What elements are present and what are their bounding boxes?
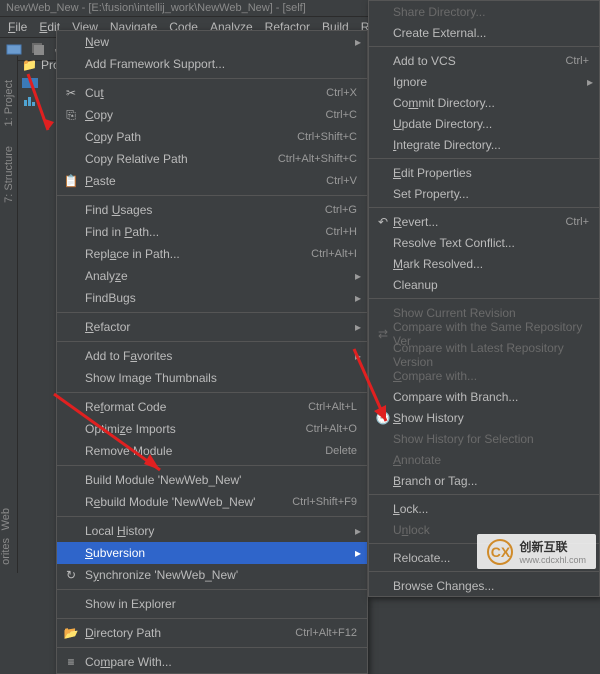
- separator: [369, 571, 599, 572]
- subversion-submenu: Share Directory... Create External... Ad…: [368, 0, 600, 597]
- menu-copy-relative-path[interactable]: Copy Relative PathCtrl+Alt+Shift+C: [57, 148, 367, 170]
- submenu-mark-resolved[interactable]: Mark Resolved...: [369, 253, 599, 274]
- submenu-create-external[interactable]: Create External...: [369, 22, 599, 43]
- watermark-sub: www.cdcxhl.com: [519, 555, 586, 565]
- submenu-compare-branch[interactable]: Compare with Branch...: [369, 386, 599, 407]
- separator: [57, 618, 367, 619]
- watermark-text: 创新互联: [519, 538, 586, 555]
- watermark: CX 创新互联 www.cdcxhl.com: [477, 534, 596, 569]
- submenu-edit-props[interactable]: Edit Properties: [369, 162, 599, 183]
- submenu-show-history[interactable]: 🕘Show History: [369, 407, 599, 428]
- separator: [369, 494, 599, 495]
- module-icon[interactable]: [22, 76, 38, 90]
- separator: [369, 46, 599, 47]
- menu-file[interactable]: File: [2, 17, 33, 37]
- menu-reformat-code[interactable]: Reformat CodeCtrl+Alt+L: [57, 396, 367, 418]
- menu-copy[interactable]: ⎘CopyCtrl+C: [57, 104, 367, 126]
- menu-remove-module[interactable]: Remove ModuleDelete: [57, 440, 367, 462]
- separator: [57, 465, 367, 466]
- context-menu: New▸ Add Framework Support... ✂CutCtrl+X…: [56, 30, 368, 674]
- revert-icon: ↶: [375, 214, 391, 230]
- submenu-branch-or-tag[interactable]: Branch or Tag...: [369, 470, 599, 491]
- menu-show-explorer[interactable]: Show in Explorer: [57, 593, 367, 615]
- sync-icon: ↻: [63, 567, 79, 583]
- diff-icon: ≡: [63, 654, 79, 670]
- separator: [369, 158, 599, 159]
- submenu-cleanup[interactable]: Cleanup: [369, 274, 599, 295]
- separator: [57, 195, 367, 196]
- paste-icon: 📋: [63, 173, 79, 189]
- sidebar-tab-favorites[interactable]: orites: [0, 538, 12, 565]
- folder-open-icon: 📂: [63, 625, 79, 641]
- watermark-icon: CX: [487, 539, 513, 565]
- menu-compare-with[interactable]: ≡Compare With...: [57, 651, 367, 673]
- separator: [57, 78, 367, 79]
- submenu-add-vcs[interactable]: Add to VCSCtrl+: [369, 50, 599, 71]
- menu-add-framework[interactable]: Add Framework Support...: [57, 53, 367, 75]
- separator: [57, 312, 367, 313]
- menu-add-favorites[interactable]: Add to Favorites▸: [57, 345, 367, 367]
- folder-icon: 📁: [22, 58, 37, 72]
- submenu-share-directory: Share Directory...: [369, 1, 599, 22]
- separator: [369, 207, 599, 208]
- save-all-icon[interactable]: [30, 41, 46, 57]
- chart-icon[interactable]: [22, 94, 38, 108]
- compare-icon: ⇄: [375, 326, 391, 342]
- menu-cut[interactable]: ✂CutCtrl+X: [57, 82, 367, 104]
- menu-new[interactable]: New▸: [57, 31, 367, 53]
- history-icon: 🕘: [375, 410, 391, 426]
- submenu-revert[interactable]: ↶Revert...Ctrl+: [369, 211, 599, 232]
- menu-find-usages[interactable]: Find UsagesCtrl+G: [57, 199, 367, 221]
- submenu-ignore[interactable]: Ignore▸: [369, 71, 599, 92]
- submenu-commit-dir[interactable]: Commit Directory...: [369, 92, 599, 113]
- submenu-browse-changes[interactable]: Browse Changes...: [369, 575, 599, 596]
- menu-replace-in-path[interactable]: Replace in Path...Ctrl+Alt+I: [57, 243, 367, 265]
- menu-findbugs[interactable]: FindBugs▸: [57, 287, 367, 309]
- menu-copy-path[interactable]: Copy PathCtrl+Shift+C: [57, 126, 367, 148]
- cut-icon: ✂: [63, 85, 79, 101]
- separator: [57, 392, 367, 393]
- left-gutter: 1: Project 7: Structure: [0, 56, 18, 573]
- separator: [369, 298, 599, 299]
- menu-paste[interactable]: 📋PasteCtrl+V: [57, 170, 367, 192]
- menu-find-in-path[interactable]: Find in Path...Ctrl+H: [57, 221, 367, 243]
- separator: [57, 589, 367, 590]
- menu-refactor[interactable]: Refactor▸: [57, 316, 367, 338]
- menu-rebuild-module[interactable]: Rebuild Module 'NewWeb_New'Ctrl+Shift+F9: [57, 491, 367, 513]
- open-icon[interactable]: [6, 41, 22, 57]
- submenu-compare-with: Compare with...: [369, 365, 599, 386]
- menu-analyze-sub[interactable]: Analyze▸: [57, 265, 367, 287]
- separator: [57, 516, 367, 517]
- sidebar-tab-project[interactable]: 1: Project: [3, 80, 15, 126]
- submenu-annotate: Annotate: [369, 449, 599, 470]
- submenu-resolve-conflict[interactable]: Resolve Text Conflict...: [369, 232, 599, 253]
- separator: [57, 647, 367, 648]
- sidebar-tab-structure[interactable]: 7: Structure: [3, 146, 15, 203]
- menu-synchronize[interactable]: ↻Synchronize 'NewWeb_New': [57, 564, 367, 586]
- menu-subversion[interactable]: Subversion▸: [57, 542, 367, 564]
- submenu-lock[interactable]: Lock...: [369, 498, 599, 519]
- submenu-show-history-sel: Show History for Selection: [369, 428, 599, 449]
- menu-local-history[interactable]: Local History▸: [57, 520, 367, 542]
- menu-directory-path[interactable]: 📂Directory PathCtrl+Alt+F12: [57, 622, 367, 644]
- sidebar-tab-web[interactable]: Web: [0, 508, 12, 530]
- copy-icon: ⎘: [63, 107, 79, 123]
- submenu-compare-latest-repo: Compare with Latest Repository Version: [369, 344, 599, 365]
- menu-show-thumbnails[interactable]: Show Image Thumbnails: [57, 367, 367, 389]
- menu-build-module[interactable]: Build Module 'NewWeb_New': [57, 469, 367, 491]
- menu-optimize-imports[interactable]: Optimize ImportsCtrl+Alt+O: [57, 418, 367, 440]
- submenu-update-dir[interactable]: Update Directory...: [369, 113, 599, 134]
- submenu-set-prop[interactable]: Set Property...: [369, 183, 599, 204]
- left-gutter-bottom: Web orites: [0, 508, 18, 573]
- submenu-integrate-dir[interactable]: Integrate Directory...: [369, 134, 599, 155]
- separator: [57, 341, 367, 342]
